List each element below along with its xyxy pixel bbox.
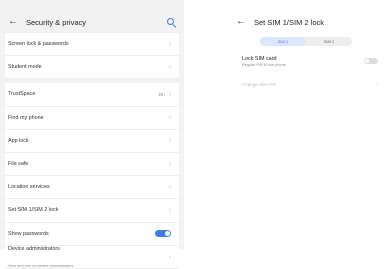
row-find-my-phone[interactable]: Find my phone › <box>5 106 179 130</box>
row-label: TrustSpace <box>8 91 36 98</box>
settings-list: Screen lock & passwords › Student mode ›… <box>5 33 179 269</box>
chevron-right-icon: › <box>168 253 171 261</box>
tab-sim-2[interactable]: SIM 2 <box>306 37 352 46</box>
row-label: Location services <box>8 184 50 191</box>
row-student-mode[interactable]: Student mode › <box>5 56 179 80</box>
chevron-right-icon: › <box>376 81 378 87</box>
row-label: Show passwords <box>8 230 49 237</box>
row-subtitle: View and turn on device administrators <box>8 263 74 268</box>
row-device-admins[interactable]: Device administrators View and turn on d… <box>5 245 179 269</box>
lock-sim-subtitle: Require PIN to use phone <box>242 63 286 67</box>
row-label: Set SIM 1/SIM 2 lock <box>8 207 59 214</box>
row-value: On <box>158 91 165 97</box>
page-title: Set SIM 1/SIM 2 lock <box>254 17 325 27</box>
change-sim-pin-setting: Change SIM PIN › <box>242 81 380 87</box>
chevron-right-icon: › <box>168 114 171 122</box>
row-app-lock[interactable]: App lock › <box>5 129 179 153</box>
chevron-right-icon: › <box>168 63 171 71</box>
chevron-right-icon: › <box>168 206 171 214</box>
lock-sim-setting[interactable]: Lock SIM card Require PIN to use phone <box>242 56 380 67</box>
row-label: Find my phone <box>8 114 44 121</box>
chevron-right-icon: › <box>168 183 171 191</box>
row-label: Screen lock & passwords <box>8 41 69 48</box>
row-label: Student mode <box>8 64 42 71</box>
chevron-right-icon: › <box>168 90 171 98</box>
lock-sim-label: Lock SIM card <box>242 56 277 62</box>
show-passwords-toggle[interactable] <box>155 230 171 238</box>
row-label: File safe <box>8 161 29 168</box>
tab-sim-1[interactable]: SIM 1 <box>260 37 306 46</box>
lock-sim-toggle[interactable] <box>364 58 378 64</box>
row-trustspace[interactable]: TrustSpace On › <box>5 83 179 107</box>
row-label: Device administrators <box>8 245 60 252</box>
sim-tabs: SIM 1 SIM 2 <box>260 37 352 46</box>
sim-lock-screen: ← Set SIM 1/SIM 2 lock SIM 1 SIM 2 Lock … <box>228 0 386 249</box>
row-show-passwords: Show passwords <box>5 222 179 246</box>
search-icon[interactable] <box>167 17 176 27</box>
row-location-services[interactable]: Location services › <box>5 176 179 200</box>
row-screen-lock[interactable]: Screen lock & passwords › <box>5 33 179 57</box>
row-file-safe[interactable]: File safe › <box>5 152 179 177</box>
page-title: Security & privacy <box>26 17 87 27</box>
back-arrow-icon[interactable]: ← <box>8 17 18 27</box>
change-pin-label: Change SIM PIN <box>242 82 276 87</box>
chevron-right-icon: › <box>168 40 171 48</box>
left-header: ← Security & privacy <box>8 15 176 29</box>
right-header: ← Set SIM 1/SIM 2 lock <box>236 15 378 29</box>
row-sim-lock[interactable]: Set SIM 1/SIM 2 lock › <box>5 199 179 223</box>
chevron-right-icon: › <box>168 137 171 145</box>
back-arrow-icon[interactable]: ← <box>236 17 246 27</box>
row-label: App lock <box>8 137 29 144</box>
security-privacy-screen: ← Security & privacy Screen lock & passw… <box>0 0 184 269</box>
chevron-right-icon: › <box>168 160 171 168</box>
